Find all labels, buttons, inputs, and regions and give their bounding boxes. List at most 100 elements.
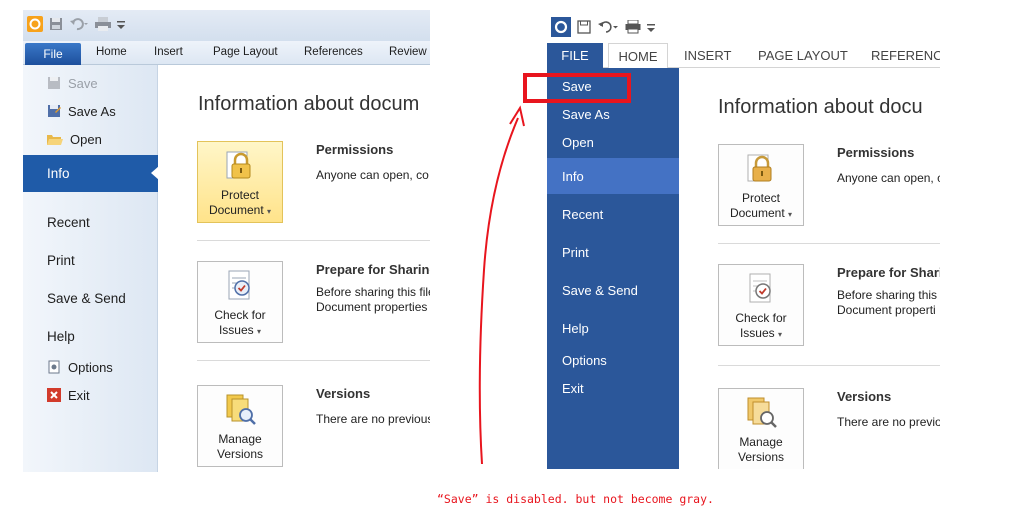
quick-access-toolbar <box>23 10 430 41</box>
undo-icon[interactable] <box>597 20 619 37</box>
tab-review[interactable]: Review <box>389 46 427 58</box>
backstage-save-as-label: Save As <box>562 106 610 122</box>
dropdown-arrow-icon: ▾ <box>778 330 783 339</box>
ribbon-tab-bar: File Home Insert Page Layout References … <box>23 41 430 65</box>
manage-versions-icon <box>747 397 777 428</box>
versions-title: Versions <box>837 389 892 404</box>
tab-references[interactable]: References <box>304 46 363 58</box>
backstage-nav: Save Save As Open Info Recent Print Save… <box>23 65 159 472</box>
backstage-save-send[interactable]: Save & Send <box>23 285 158 311</box>
prepare-title: Prepare for Sharing <box>316 262 430 277</box>
save-icon[interactable] <box>49 17 63 34</box>
prepare-text-1: Before sharing this f <box>837 288 940 302</box>
protect-label-2: Document <box>729 206 785 220</box>
page-title: Information about docum <box>198 93 420 115</box>
check-for-issues-button[interactable]: Check for Issues ▾ <box>197 261 283 343</box>
versions-title: Versions <box>316 386 371 401</box>
prepare-text-1: Before sharing this file <box>316 285 430 299</box>
lock-icon <box>226 151 251 179</box>
separator <box>718 243 940 244</box>
page-title: Information about docu <box>718 96 923 118</box>
check-label-1: Check for <box>214 308 266 322</box>
open-folder-icon <box>47 135 63 145</box>
check-label-1: Check for <box>735 311 787 325</box>
backstage-save: Save <box>23 70 158 96</box>
backstage-info[interactable]: Info <box>23 155 159 192</box>
backstage-exit[interactable]: Exit <box>23 382 158 408</box>
prepare-text-2: Document properties <box>316 300 428 314</box>
save-icon[interactable] <box>577 20 591 37</box>
backstage-save-send-label: Save & Send <box>47 290 126 306</box>
backstage-info[interactable]: Info <box>547 158 679 194</box>
tab-file[interactable]: File <box>25 43 81 65</box>
backstage-exit-label: Exit <box>68 387 90 403</box>
manage-label-2: Versions <box>216 447 264 461</box>
check-issues-icon <box>228 270 250 300</box>
protect-label-2: Document <box>208 203 264 217</box>
backstage-recent[interactable]: Recent <box>23 209 158 235</box>
backstage-options-label: Options <box>68 359 113 375</box>
backstage-print[interactable]: Print <box>23 247 158 273</box>
backstage-save-as[interactable]: Save As <box>547 101 679 127</box>
backstage-recent[interactable]: Recent <box>547 201 679 227</box>
check-for-issues-button[interactable]: Check for Issues ▾ <box>718 264 804 346</box>
backstage-help-label: Help <box>47 328 75 344</box>
tab-file[interactable]: FILE <box>547 43 603 68</box>
protect-document-button[interactable]: Protect Document ▾ <box>718 144 804 226</box>
customize-qat-icon[interactable] <box>117 19 125 33</box>
manage-versions-button[interactable]: Manage Versions <box>197 385 283 467</box>
save-as-icon <box>48 105 61 117</box>
undo-icon[interactable] <box>69 17 89 34</box>
backstage-save-as[interactable]: Save As <box>23 98 158 124</box>
backstage-options[interactable]: Options <box>547 347 679 373</box>
backstage-help[interactable]: Help <box>547 315 679 341</box>
highlight-box <box>523 73 631 103</box>
tab-page-layout[interactable]: Page Layout <box>213 46 278 58</box>
backstage-open[interactable]: Open <box>547 129 679 155</box>
manage-label-1: Manage <box>739 435 783 449</box>
tab-home[interactable]: Home <box>96 46 127 58</box>
backstage-exit-label: Exit <box>562 380 584 396</box>
app-logo-icon <box>551 17 571 40</box>
backstage-options[interactable]: Options <box>23 354 158 380</box>
permissions-title: Permissions <box>316 142 394 157</box>
backstage-save-label: Save <box>68 75 98 91</box>
backstage-options-label: Options <box>562 352 607 368</box>
options-icon <box>48 360 60 374</box>
backstage-help[interactable]: Help <box>23 323 158 349</box>
separator <box>197 360 430 361</box>
info-content: Information about docum Protect Document… <box>159 65 430 472</box>
tab-references[interactable]: REFERENCE <box>871 48 940 63</box>
backstage-open[interactable]: Open <box>23 126 158 152</box>
backstage-save-send[interactable]: Save & Send <box>547 277 679 303</box>
word-2010-window: File Home Insert Page Layout References … <box>23 10 430 472</box>
save-icon <box>48 77 60 89</box>
check-issues-icon <box>749 273 771 303</box>
quick-access-toolbar <box>547 14 940 43</box>
print-icon[interactable] <box>95 17 111 34</box>
customize-qat-icon[interactable] <box>647 22 655 36</box>
backstage-print-label: Print <box>562 244 589 260</box>
exit-icon <box>47 388 61 402</box>
tab-insert[interactable]: INSERT <box>684 48 731 63</box>
backstage-print-label: Print <box>47 252 75 268</box>
dropdown-arrow-icon: ▾ <box>257 327 262 336</box>
backstage-print[interactable]: Print <box>547 239 679 265</box>
backstage-save-as-label: Save As <box>68 103 116 119</box>
protect-label-1: Protect <box>741 191 780 205</box>
tab-insert[interactable]: Insert <box>154 46 183 58</box>
protect-document-button[interactable]: Protect Document ▾ <box>197 141 283 223</box>
backstage-nav: Save Save As Open Info Recent Print Save… <box>547 68 679 469</box>
tab-page-layout[interactable]: PAGE LAYOUT <box>758 48 848 63</box>
annotation-arrow <box>478 105 525 465</box>
backstage-info-label: Info <box>562 168 584 184</box>
versions-text: There are no previo <box>837 415 940 429</box>
print-icon[interactable] <box>625 19 641 37</box>
manage-versions-button[interactable]: Manage Versions <box>718 388 804 469</box>
manage-label-2: Versions <box>737 450 785 464</box>
manage-versions-icon <box>226 394 256 425</box>
backstage-help-label: Help <box>562 320 589 336</box>
backstage-exit[interactable]: Exit <box>547 375 679 401</box>
annotation-note: “Save” is disabled. but not become gray. <box>437 492 714 506</box>
tab-home[interactable]: HOME <box>608 43 668 69</box>
